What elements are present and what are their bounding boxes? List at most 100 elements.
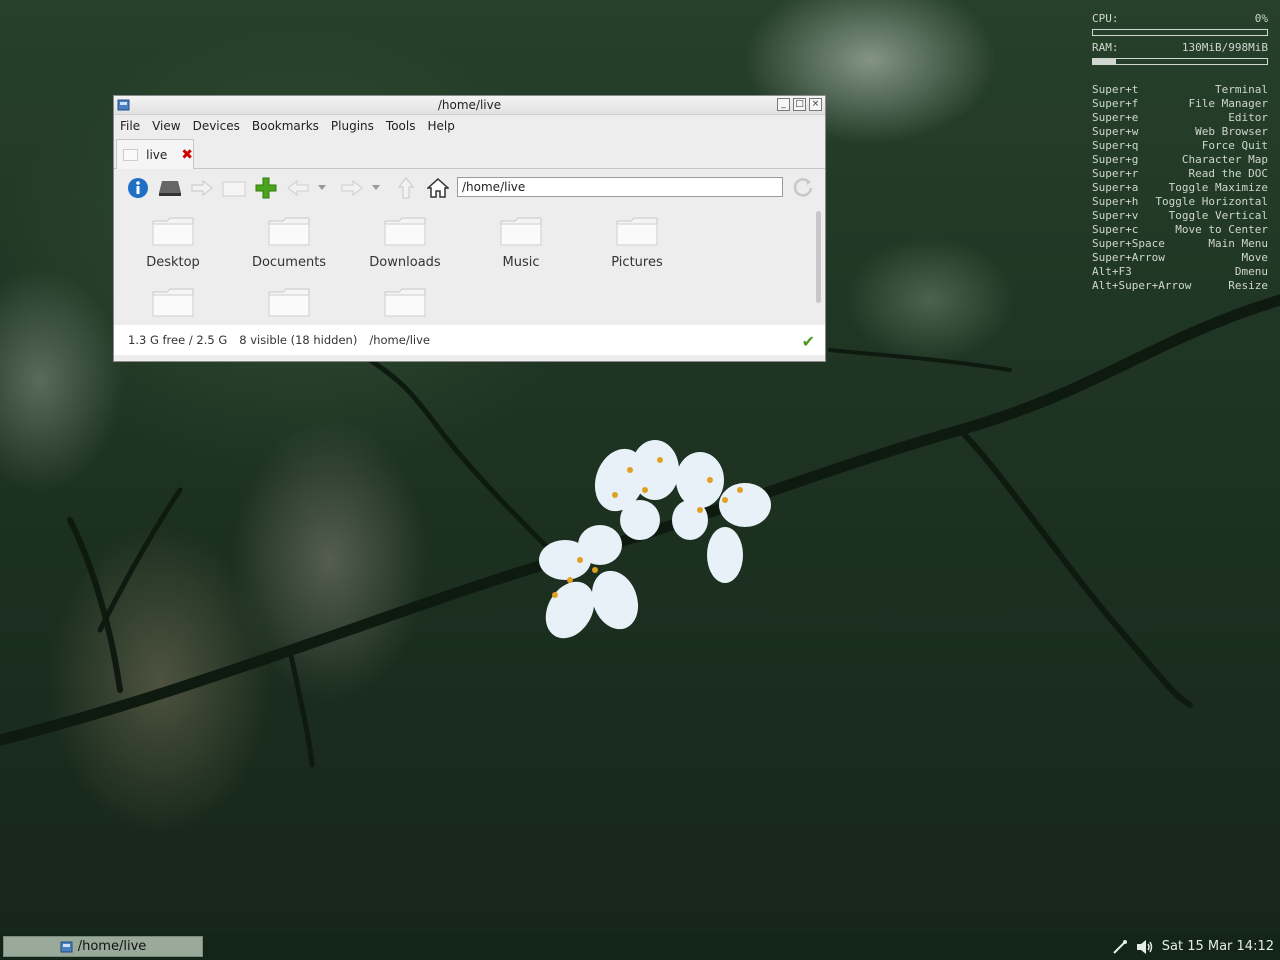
- folder-item[interactable]: [123, 286, 223, 325]
- folder-icon: [384, 288, 426, 317]
- tab-live[interactable]: live ✖: [116, 139, 194, 169]
- forward-history-dropdown[interactable]: [370, 174, 382, 202]
- menu-view[interactable]: View: [148, 119, 184, 133]
- up-button[interactable]: [392, 174, 420, 202]
- status-path: /home/live: [369, 333, 430, 347]
- shortcut-key: Super+t: [1092, 83, 1139, 96]
- back-button[interactable]: [284, 174, 312, 202]
- folder-label: Desktop: [146, 255, 200, 270]
- checkmark-icon: ✔: [801, 332, 815, 351]
- shortcut-key: Alt+F3: [1092, 265, 1132, 278]
- taskbar-window-button[interactable]: /home/live: [3, 936, 203, 957]
- status-free-space: 1.3 G free / 2.5 G: [128, 333, 228, 347]
- shortcut-key: Super+v: [1092, 209, 1139, 222]
- drive-button[interactable]: [156, 174, 184, 202]
- file-view: Desktop Documents Downloads Music Pictures: [114, 207, 825, 325]
- home-button[interactable]: [424, 174, 452, 202]
- shortcut-action: Dmenu: [1234, 265, 1268, 278]
- folder-item[interactable]: [355, 286, 455, 325]
- shortcut-key: Super+e: [1092, 111, 1139, 124]
- shortcut-key: Super+h: [1092, 195, 1139, 208]
- window-titlebar[interactable]: /home/live _ □ ×: [114, 96, 825, 115]
- arrow-up-icon: [398, 177, 414, 199]
- folder-item[interactable]: Pictures: [587, 215, 687, 270]
- minimize-button[interactable]: _: [777, 98, 790, 111]
- close-button[interactable]: ×: [809, 98, 822, 111]
- shortcut-action: Toggle Vertical: [1168, 209, 1268, 222]
- shortcut-key: Super+c: [1092, 223, 1139, 236]
- tab-close-icon[interactable]: ✖: [181, 147, 193, 163]
- status-visible-count: 8 visible (18 hidden): [239, 333, 358, 347]
- vertical-scrollbar[interactable]: [816, 211, 821, 303]
- shortcut-key: Super+Space: [1092, 237, 1165, 250]
- shortcut-action: Read the DOC: [1188, 167, 1268, 180]
- menu-plugins[interactable]: Plugins: [327, 119, 378, 133]
- tab-label: live: [146, 147, 168, 162]
- shortcut-row: Alt+F3 Dmenu: [1092, 265, 1268, 279]
- blossom-flowers: [539, 440, 771, 639]
- plus-icon: [255, 177, 277, 199]
- ram-row: RAM: 130MiB/998MiB: [1092, 41, 1268, 55]
- taskbar: /home/live Sat 15 Mar 14:12: [0, 933, 1280, 960]
- shortcut-action: Force Quit: [1201, 139, 1268, 152]
- app-icon: [60, 941, 73, 953]
- shortcut-key: Super+g: [1092, 153, 1139, 166]
- arrow-right-icon: [341, 180, 363, 196]
- add-button[interactable]: [252, 174, 280, 202]
- new-folder-button[interactable]: [220, 174, 248, 202]
- taskbar-window-label: /home/live: [77, 939, 147, 954]
- folder-icon: [268, 288, 310, 317]
- folder-item[interactable]: Documents: [239, 215, 339, 270]
- statusbar: 1.3 G free / 2.5 G 8 visible (18 hidden)…: [114, 325, 825, 355]
- shortcut-action: Editor: [1228, 111, 1268, 124]
- system-tray: Sat 15 Mar 14:12: [1112, 933, 1274, 960]
- ram-label: RAM:: [1092, 41, 1119, 54]
- network-icon[interactable]: [1112, 939, 1128, 955]
- system-monitor-overlay: CPU: 0% RAM: 130MiB/998MiB Super+t Termin…: [1092, 12, 1268, 293]
- folder-icon: [152, 217, 194, 246]
- cpu-bar: [1092, 29, 1268, 36]
- tab-strip: live ✖: [114, 136, 825, 169]
- menu-devices[interactable]: Devices: [189, 119, 244, 133]
- shortcut-row: Super+f File Manager: [1092, 97, 1268, 111]
- app-icon: [117, 99, 130, 111]
- shortcut-row: Super+q Force Quit: [1092, 139, 1268, 153]
- clock[interactable]: Sat 15 Mar 14:12: [1162, 939, 1274, 954]
- shortcut-action: Toggle Maximize: [1168, 181, 1268, 194]
- menu-tools[interactable]: Tools: [382, 119, 420, 133]
- folder-label: Downloads: [369, 255, 441, 270]
- folder-icon: [384, 217, 426, 246]
- folder-label: Pictures: [611, 255, 663, 270]
- toolbar: /home/live: [114, 169, 825, 207]
- window-title: /home/live: [437, 98, 502, 112]
- folder-item[interactable]: Music: [471, 215, 571, 270]
- folder-label: Music: [502, 255, 540, 270]
- folder-item[interactable]: [239, 286, 339, 325]
- go-button[interactable]: [188, 174, 216, 202]
- menu-bookmarks[interactable]: Bookmarks: [248, 119, 323, 133]
- path-input[interactable]: /home/live: [457, 177, 783, 197]
- shortcut-key: Super+r: [1092, 167, 1139, 180]
- folder-item[interactable]: Desktop: [123, 215, 223, 270]
- folder-icon: [268, 217, 310, 246]
- menu-help[interactable]: Help: [423, 119, 458, 133]
- shortcut-row: Super+Arrow Move: [1092, 251, 1268, 265]
- shortcut-action: File Manager: [1188, 97, 1268, 110]
- info-button[interactable]: [124, 174, 152, 202]
- home-icon: [427, 178, 449, 198]
- shortcut-action: Main Menu: [1208, 237, 1268, 250]
- shortcut-action: Move: [1241, 251, 1269, 264]
- back-history-dropdown[interactable]: [316, 174, 328, 202]
- folder-item[interactable]: Downloads: [355, 215, 455, 270]
- ram-bar: [1092, 58, 1268, 65]
- cpu-value: 0%: [1254, 12, 1268, 25]
- file-manager-window: /home/live _ □ × File View Devices Bookm…: [113, 95, 826, 362]
- shortcut-action: Resize: [1228, 279, 1268, 292]
- folder-label: Documents: [251, 255, 327, 270]
- volume-icon[interactable]: [1136, 939, 1154, 955]
- forward-button[interactable]: [338, 174, 366, 202]
- maximize-button[interactable]: □: [793, 98, 806, 111]
- menu-file[interactable]: File: [116, 119, 144, 133]
- ram-value: 130MiB/998MiB: [1181, 41, 1268, 54]
- reload-button[interactable]: [792, 176, 814, 201]
